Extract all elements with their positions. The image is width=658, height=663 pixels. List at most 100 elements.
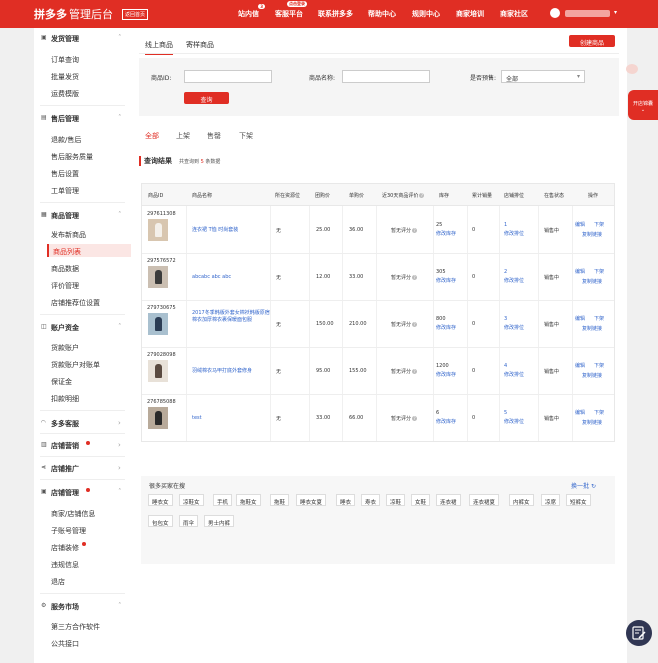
chevron-down-icon[interactable]: ▾ (614, 9, 617, 16)
goods-thumbnail[interactable] (148, 313, 168, 335)
keyword-tag[interactable]: 雨伞 (179, 515, 199, 527)
help-icon[interactable]: ? (412, 416, 418, 421)
goods-name-input[interactable] (342, 70, 430, 83)
nav-community[interactable]: 商家社区 (500, 9, 528, 19)
goods-thumbnail[interactable] (148, 407, 168, 429)
edit-button[interactable]: 编辑 (575, 315, 585, 322)
keyword-tag[interactable]: 短裤女 (566, 494, 591, 506)
sidebar-item-store-info[interactable]: 商家/店铺信息 (51, 509, 95, 519)
keyword-tag[interactable]: 连衣裙 (436, 494, 461, 506)
copy-link-button[interactable]: 复制链接 (582, 325, 602, 332)
copy-link-button[interactable]: 复制链接 (582, 419, 602, 426)
keyword-tag[interactable]: 拖鞋 (270, 494, 290, 506)
store-tips-banner[interactable]: 开店锦囊 ⌄ (628, 90, 658, 120)
edit-stock-link[interactable]: 修改库存 (436, 371, 456, 378)
offline-button[interactable]: 下架 (594, 409, 604, 416)
goods-name-link[interactable]: 2017冬季韩版外套女棉袄韩版原宿棉衣加厚棉衣裹保暖面包服 (192, 310, 272, 324)
goods-name-link[interactable]: abcabc abc abc (192, 274, 272, 281)
keyword-tag[interactable]: 男士内裤 (204, 515, 235, 527)
offline-button[interactable]: 下架 (594, 268, 604, 275)
edit-stock-link[interactable]: 修改库存 (436, 418, 456, 425)
presale-select[interactable]: 全部 ▾ (501, 70, 585, 83)
keyword-tag[interactable]: 睡衣女夏 (296, 494, 327, 506)
nav-inbox[interactable]: 站内信 3 (238, 4, 265, 19)
logo[interactable]: 拼多多 管理后台 (34, 6, 113, 22)
edit-rank-link[interactable]: 修改排位 (504, 418, 524, 425)
rank[interactable]: 4 (504, 363, 507, 369)
edit-button[interactable]: 编辑 (575, 409, 585, 416)
sidebar-item-aftersale-settings[interactable]: 售后设置 (51, 169, 79, 179)
goods-thumbnail[interactable] (148, 219, 168, 241)
edit-rank-link[interactable]: 修改排位 (504, 230, 524, 237)
nav-rules[interactable]: 规则中心 (412, 9, 440, 19)
sidebar-item-goods-list[interactable]: 商品列表 (47, 244, 131, 257)
keyword-tag[interactable]: 手机 (213, 494, 233, 506)
status-tab-all[interactable]: 全部 (145, 131, 159, 141)
rank[interactable]: 2 (504, 269, 507, 275)
feedback-button[interactable] (626, 620, 652, 646)
keyword-tag[interactable]: 凉鞋女 (179, 494, 204, 506)
account-name[interactable] (565, 10, 610, 17)
offline-button[interactable]: 下架 (594, 221, 604, 228)
copy-link-button[interactable]: 复制链接 (582, 278, 602, 285)
sidebar-item-goods-data[interactable]: 商品数据 (51, 264, 79, 274)
sidebar-item-refund[interactable]: 退款/售后 (51, 135, 81, 145)
help-icon[interactable]: ? (412, 275, 418, 280)
rank[interactable]: 1 (504, 222, 507, 228)
sidebar-item-service-quality[interactable]: 售后服务质量 (51, 152, 93, 162)
sidebar-item-freight-template[interactable]: 运费模版 (51, 89, 79, 99)
goods-thumbnail[interactable] (148, 266, 168, 288)
edit-button[interactable]: 编辑 (575, 362, 585, 369)
edit-rank-link[interactable]: 修改排位 (504, 277, 524, 284)
sidebar-item-close-store[interactable]: 退店 (51, 577, 65, 587)
rank[interactable]: 3 (504, 316, 507, 322)
tab-sample-goods[interactable]: 寄样商品 (186, 40, 214, 50)
sidebar-item-payment-account[interactable]: 货款账户 (51, 343, 79, 353)
keyword-tag[interactable]: 包包女 (148, 515, 173, 527)
nav-help[interactable]: 帮助中心 (368, 9, 396, 19)
goods-name-link[interactable]: 连衣裙 T恤 时尚套装 (192, 227, 272, 234)
status-tab-sold-out[interactable]: 售罄 (207, 131, 221, 141)
create-goods-button[interactable]: 创建商品 (569, 35, 615, 47)
rank[interactable]: 5 (504, 410, 507, 416)
nav-training[interactable]: 商家培训 (456, 9, 484, 19)
edit-stock-link[interactable]: 修改库存 (436, 277, 456, 284)
edit-stock-link[interactable]: 修改库存 (436, 230, 456, 237)
keyword-tag[interactable]: 女鞋 (411, 494, 431, 506)
goods-name-link[interactable]: 羽绒棉衣马甲打底外套修身 (192, 368, 272, 375)
offline-button[interactable]: 下架 (594, 362, 604, 369)
help-icon[interactable]: ? (419, 193, 425, 198)
sidebar-item-order-query[interactable]: 订单查询 (51, 55, 79, 65)
edit-button[interactable]: 编辑 (575, 268, 585, 275)
sidebar-item-third-party[interactable]: 第三方合作软件 (51, 622, 100, 632)
help-icon[interactable]: ? (412, 369, 418, 374)
sidebar-item-deposit[interactable]: 保证金 (51, 377, 72, 387)
sidebar-item-batch-ship[interactable]: 批量发货 (51, 72, 79, 82)
sidebar-item-reviews[interactable]: 评价管理 (51, 281, 79, 291)
sidebar-item-recommend-slot[interactable]: 店铺推荐位设置 (51, 298, 100, 308)
copy-link-button[interactable]: 复制链接 (582, 372, 602, 379)
query-button[interactable]: 查询 (184, 92, 229, 104)
nav-contact[interactable]: 联系拼多多 (318, 9, 353, 19)
help-icon[interactable]: ? (412, 228, 418, 233)
refresh-button[interactable]: 换一批 ↻ (571, 481, 596, 490)
sidebar-item-tickets[interactable]: 工单管理 (51, 186, 79, 196)
nav-customer-service[interactable]: 客服平台 点击登录 (275, 1, 307, 19)
sidebar-item-subaccounts[interactable]: 子账号管理 (51, 526, 86, 536)
keyword-tag[interactable]: 凉鞋 (386, 494, 406, 506)
back-home-button[interactable]: 返回首页 (122, 9, 149, 20)
keyword-tag[interactable]: 连衣裙夏 (469, 494, 500, 506)
help-icon[interactable]: ? (412, 322, 418, 327)
edit-rank-link[interactable]: 修改排位 (504, 324, 524, 331)
sidebar-item-statement[interactable]: 货款账户对账单 (51, 360, 100, 370)
keyword-tag[interactable]: 拖鞋女 (236, 494, 261, 506)
edit-rank-link[interactable]: 修改排位 (504, 371, 524, 378)
offline-button[interactable]: 下架 (594, 315, 604, 322)
goods-id-input[interactable] (184, 70, 272, 83)
sidebar-item-deductions[interactable]: 扣款明细 (51, 394, 79, 404)
goods-thumbnail[interactable] (148, 360, 168, 382)
keyword-tag[interactable]: 内裤女 (509, 494, 534, 506)
copy-link-button[interactable]: 复制链接 (582, 231, 602, 238)
edit-button[interactable]: 编辑 (575, 221, 585, 228)
keyword-tag[interactable]: 寿衣 (361, 494, 381, 506)
